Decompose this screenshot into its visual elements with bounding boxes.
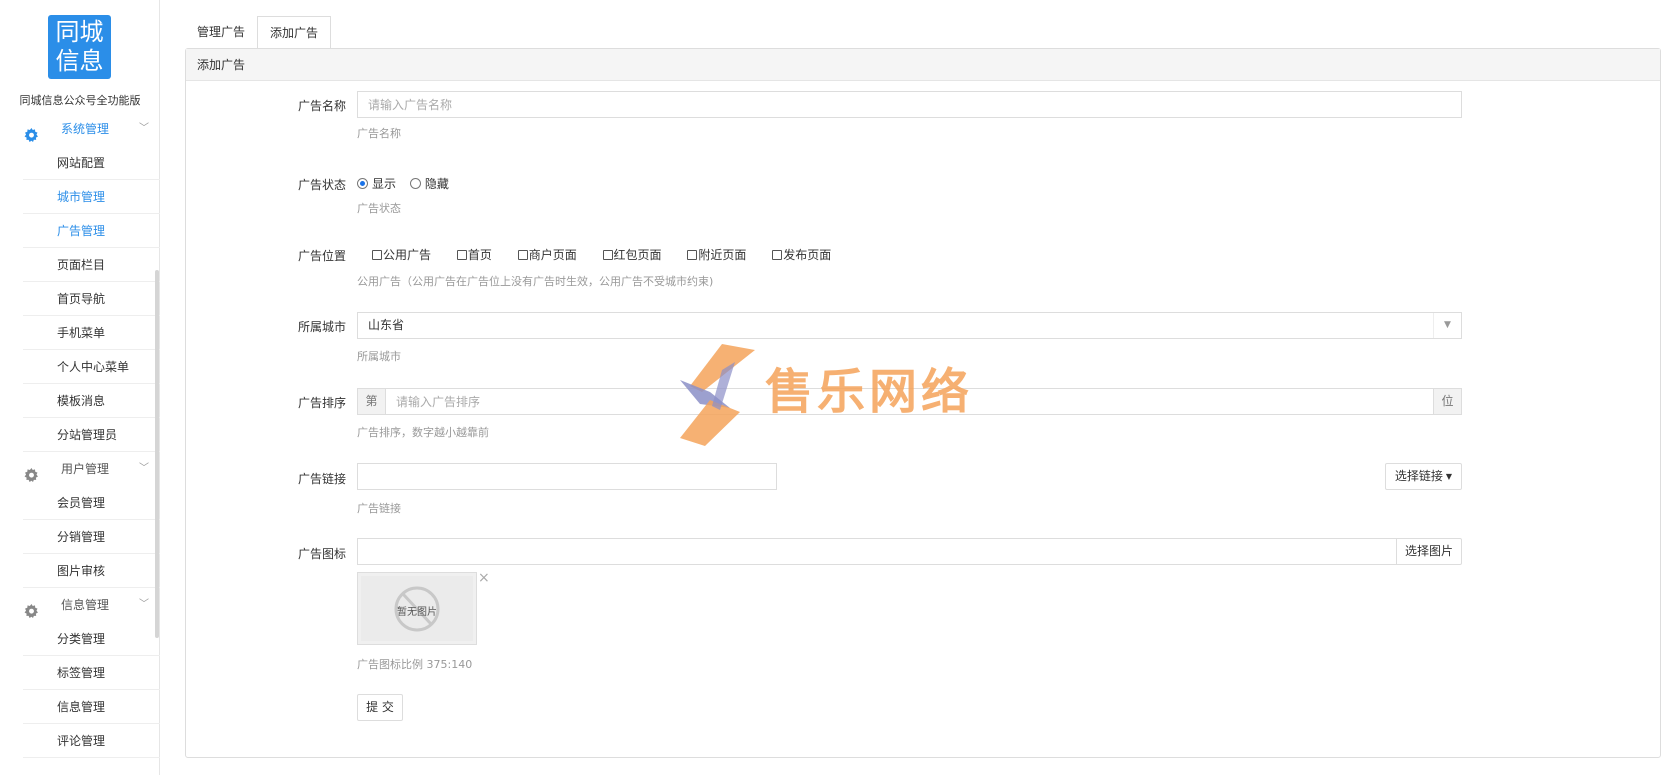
gear-icon [24, 598, 39, 618]
watermark-logo-icon [680, 344, 755, 446]
sidebar-item[interactable]: 标签管理 [23, 656, 160, 690]
image-preview: 暂无图片 [357, 572, 477, 645]
radio-checked-icon [357, 178, 368, 189]
city-select[interactable]: 山东省 ▼ [357, 312, 1462, 339]
sidebar-item[interactable]: 分销管理 [23, 520, 160, 554]
sidebar-item[interactable]: 图片审核 [23, 554, 160, 588]
status-radio-group: 显示 隐藏 [357, 176, 459, 192]
position-option-nearby[interactable]: 附近页面 [687, 247, 746, 263]
sidebar-group-1[interactable]: 用户管理 ﹀ [0, 452, 160, 486]
status-label: 广告状态 [297, 178, 346, 192]
watermark-text: 售乐网络 [765, 364, 974, 420]
sidebar-group-0[interactable]: 系统管理 ﹀ [0, 112, 160, 146]
sidebar-item[interactable]: 页面栏目 [23, 248, 160, 282]
status-help: 广告状态 [357, 202, 401, 215]
sidebar-item[interactable]: 评论管理 [23, 724, 160, 758]
status-option-show[interactable]: 显示 [357, 176, 396, 192]
submit-button[interactable]: 提 交 [357, 694, 403, 721]
chevron-down-icon: ﹀ [139, 123, 149, 134]
dropdown-arrow-icon: ▼ [1433, 313, 1461, 338]
caret-down-icon: ▼ [1445, 472, 1453, 481]
position-help: 公用广告（公用广告在广告位上没有广告时生效，公用广告不受城市约束) [357, 275, 714, 288]
name-label: 广告名称 [297, 99, 346, 113]
sidebar-group-2[interactable]: 信息管理 ﹀ [0, 588, 160, 622]
panel-title: 添加广告 [186, 49, 1660, 81]
tab-add-ad[interactable]: 添加广告 [257, 16, 332, 49]
city-help: 所属城市 [357, 350, 401, 363]
checkbox-icon [772, 250, 783, 260]
checkbox-icon [372, 250, 382, 260]
select-image-button[interactable]: 选择图片 [1396, 538, 1462, 565]
position-option-merchant[interactable]: 商户页面 [517, 247, 577, 263]
city-select-value: 山东省 [368, 318, 405, 332]
order-suffix: 位 [1433, 389, 1461, 414]
checkbox-icon [602, 250, 613, 260]
position-option-publish[interactable]: 发布页面 [772, 247, 831, 263]
position-checkbox-group: 公用广告 首页 商户页面 红包页面 附近页面 发布页面 [372, 247, 853, 263]
position-option-home[interactable]: 首页 [456, 247, 492, 263]
ad-icon-input[interactable] [357, 538, 1397, 565]
ad-link-input[interactable] [357, 463, 777, 490]
sidebar-item[interactable]: 信息管理 [23, 690, 160, 724]
sidebar-item[interactable]: 网站配置 [23, 146, 160, 180]
sidebar-item[interactable]: 个人中心菜单 [23, 350, 160, 384]
no-image-text: 暂无图片 [397, 607, 437, 618]
sidebar-item[interactable]: 广告管理 [23, 214, 160, 248]
sidebar-group-label: 用户管理 [61, 462, 110, 476]
order-prefix: 第 [358, 389, 386, 414]
watermark: 售乐网络 [660, 340, 1000, 450]
logo-line-2: 信息 [55, 47, 104, 75]
checkbox-icon [687, 250, 698, 260]
tab-manage-ads[interactable]: 管理广告 [185, 16, 257, 48]
sidebar-item[interactable]: 会员管理 [23, 486, 160, 520]
ad-name-input[interactable] [357, 91, 1462, 118]
sidebar-item[interactable]: 模板消息 [23, 384, 160, 418]
sidebar: 同城 信息 同城信息公众号全功能版 系统管理 ﹀ 网站配置 城市管理 广告管理 页面栏目首… [0, 0, 160, 775]
chevron-down-icon: ﹀ [139, 463, 149, 474]
icon-help: 广告图标比例 375:140 [357, 658, 473, 671]
sidebar-scrollbar[interactable] [155, 270, 159, 638]
sidebar-item[interactable]: 分类管理 [23, 622, 160, 656]
order-label: 广告排序 [297, 396, 346, 410]
link-help: 广告链接 [357, 502, 401, 515]
chevron-down-icon: ﹀ [139, 599, 149, 610]
city-label: 所属城市 [297, 320, 346, 334]
gear-icon [24, 122, 39, 142]
sidebar-group-label: 系统管理 [61, 122, 110, 136]
logo-line-1: 同城 [55, 18, 104, 46]
select-link-button[interactable]: 选择链接 ▼ [1385, 463, 1462, 490]
remove-image-icon[interactable]: × [478, 570, 490, 586]
sidebar-item[interactable]: 城市管理 [23, 180, 160, 214]
checkbox-icon [456, 250, 467, 260]
sidebar-item[interactable]: 首页导航 [23, 282, 160, 316]
name-help: 广告名称 [357, 127, 401, 140]
link-label: 广告链接 [297, 472, 346, 486]
icon-label: 广告图标 [297, 547, 346, 561]
status-option-hide[interactable]: 隐藏 [409, 176, 449, 192]
app-name: 同城信息公众号全功能版 [19, 94, 141, 107]
sidebar-group-label: 信息管理 [61, 598, 110, 612]
position-label: 广告位置 [297, 249, 346, 263]
sidebar-item[interactable]: 分站管理员 [23, 418, 160, 452]
sidebar-item[interactable]: 手机菜单 [23, 316, 160, 350]
app-logo: 同城 信息 [48, 15, 111, 79]
radio-unchecked-icon [409, 178, 421, 189]
sidebar-nav: 系统管理 ﹀ 网站配置 城市管理 广告管理 页面栏目 首页导航 手机菜单 个人中心菜单 模板消息分… [0, 112, 160, 758]
order-help: 广告排序，数字越小越靠前 [357, 426, 489, 439]
checkbox-icon [517, 250, 528, 260]
position-option-public[interactable]: 公用广告 [372, 247, 431, 263]
gear-icon [24, 462, 39, 482]
position-option-redpacket[interactable]: 红包页面 [602, 247, 662, 263]
